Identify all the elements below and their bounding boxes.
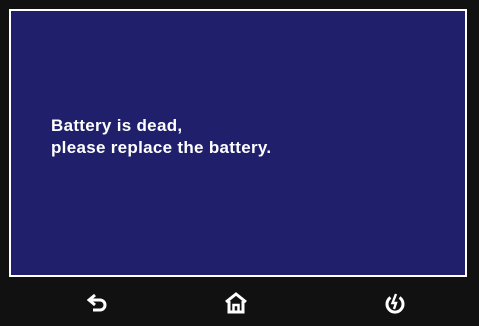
device-frame: Battery is dead, please replace the batt…: [0, 0, 479, 326]
back-arrow-icon: [87, 293, 107, 312]
power-button[interactable]: [365, 283, 425, 323]
power-icon: [385, 293, 405, 314]
back-button[interactable]: [68, 283, 128, 323]
message-line-2: please replace the battery.: [51, 138, 272, 157]
battery-dead-message: Battery is dead, please replace the batt…: [51, 115, 271, 159]
home-button[interactable]: [206, 283, 266, 323]
message-line-1: Battery is dead,: [51, 116, 183, 135]
message-screen: Battery is dead, please replace the batt…: [9, 9, 467, 277]
bottom-nav-bar: [0, 283, 479, 326]
home-icon: [225, 292, 247, 314]
